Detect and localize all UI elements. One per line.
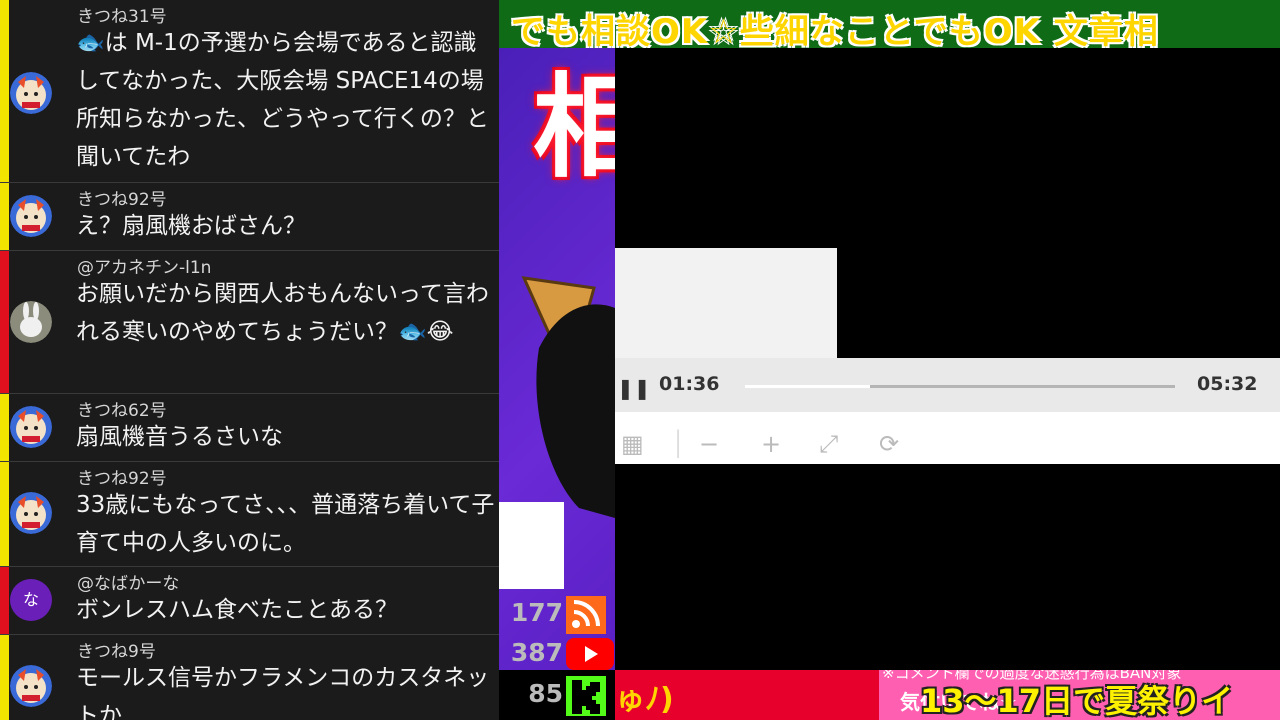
member-bar	[0, 0, 9, 182]
chat-text: 33歳にもなってさ、、、普通落ち着いて子育て中の人多いのに。	[76, 492, 495, 556]
event-announcement: 13〜17日で夏祭りイ	[920, 682, 1234, 720]
player-controls[interactable]: ❚❚ 01:36 05:32	[615, 358, 1280, 412]
chat-message: きつね31号 🐟は M-1の予選から会場であると認識してなかった、大阪会場 SP…	[0, 0, 499, 183]
chat-message: な @なばかーな ボンレスハム食べたことある？	[0, 567, 499, 635]
count-youtube: 387	[510, 638, 563, 667]
kick-icon	[566, 676, 606, 716]
video-player[interactable]: ❚❚ 01:36 05:32 ▦ │ − + ⤢ ⟳	[615, 48, 1280, 670]
chat-text: ボンレスハム食べたことある？	[76, 597, 398, 623]
player-toolbar: ▦ │ − + ⤢ ⟳	[615, 412, 1280, 464]
divider: │	[671, 430, 686, 458]
member-bar	[0, 462, 9, 566]
member-bar	[0, 567, 9, 634]
chat-text: 扇風機音うるさいな	[76, 424, 283, 450]
stage-white-box	[499, 502, 564, 589]
chat-message: きつね92号 33歳にもなってさ、、、普通落ち着いて子育て中の人多いのに。	[0, 462, 499, 567]
chat-text: お願いだから関西人おもんないって言われる寒いのやめてちょうだい？🐟😂	[76, 281, 489, 345]
member-bar	[0, 251, 9, 393]
seek-bar[interactable]	[745, 385, 1175, 388]
chat-text: え？扇風機おばさん？	[76, 213, 306, 239]
ticker-text: でも相談OK☆些細なことでもOK 文章相	[511, 12, 1159, 48]
minus-icon[interactable]: −	[699, 430, 719, 458]
current-time: 01:36	[659, 373, 720, 395]
chat-message: @アカネチン-l1n お願いだから関西人おもんないって言われる寒いのやめてちょう…	[0, 251, 499, 394]
rabbit-avatar-icon[interactable]	[10, 301, 52, 343]
count-rss: 177	[510, 598, 563, 627]
fox-avatar-icon[interactable]	[10, 195, 52, 237]
rss-icon	[566, 596, 606, 634]
top-ticker: でも相談OK☆些細なことでもOK 文章相	[499, 0, 1280, 48]
video-thumbnail[interactable]	[615, 248, 837, 358]
member-bar	[0, 183, 9, 250]
member-bar	[0, 394, 9, 461]
pause-icon[interactable]: ❚❚	[617, 376, 651, 400]
fox-avatar-icon[interactable]	[10, 72, 52, 114]
bottom-ticker: ゅﾉ) ※コメント欄での過度な迷惑行為はBAN対象 気付いてね☆ 13〜17日で…	[615, 670, 1280, 720]
fox-avatar-icon[interactable]	[10, 492, 52, 534]
refresh-icon[interactable]: ⟳	[879, 430, 899, 458]
plus-icon[interactable]: +	[761, 430, 781, 458]
seek-progress	[745, 385, 870, 388]
count-kick: 85	[528, 679, 563, 708]
bottom-left-text: ゅﾉ)	[615, 682, 674, 717]
expand-icon[interactable]: ⤢	[819, 430, 838, 458]
fox-avatar-icon[interactable]	[10, 406, 52, 448]
chat-text: モールス信号かフラメンコのカスタネットか	[76, 665, 490, 720]
duration: 05:32	[1197, 373, 1258, 395]
chat-panel[interactable]: きつね31号 🐟は M-1の予選から会場であると認識してなかった、大阪会場 SP…	[0, 0, 499, 720]
fox-avatar-icon[interactable]	[10, 665, 52, 707]
chat-message: きつね62号 扇風機音うるさいな	[0, 394, 499, 462]
chat-text: 🐟は M-1の予選から会場であると認識してなかった、大阪会場 SPACE14の場…	[76, 30, 489, 170]
chat-message: きつね92号 え？扇風機おばさん？	[0, 183, 499, 251]
member-bar	[0, 635, 9, 720]
chat-message: きつね9号 モールス信号かフラメンコのカスタネットか	[0, 635, 499, 720]
grid-icon[interactable]: ▦	[621, 430, 644, 458]
youtube-icon	[566, 636, 614, 674]
letter-avatar-icon[interactable]: な	[10, 579, 52, 621]
